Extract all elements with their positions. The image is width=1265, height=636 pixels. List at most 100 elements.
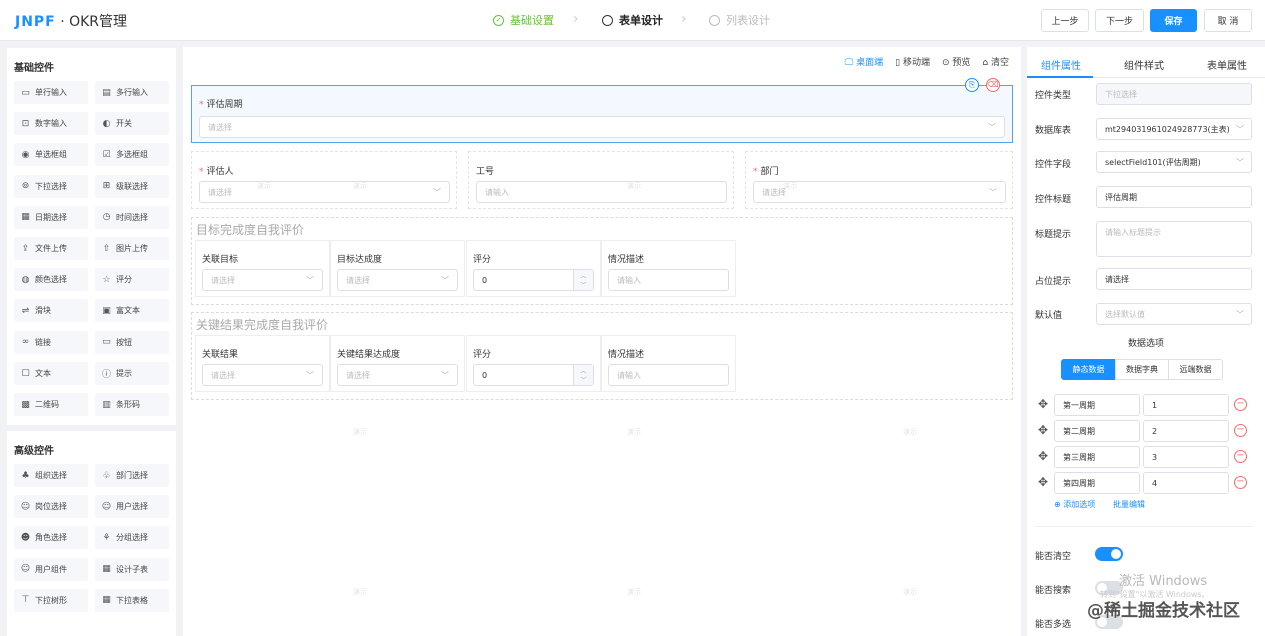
control-table[interactable]: ▦ 设计子表 — [95, 557, 169, 581]
selected-field-cycle[interactable]: * 评估周期 请选择 ﹀ ⎘ ⌫ — [191, 78, 1013, 143]
control-button[interactable]: ▭ 按钮 — [95, 330, 169, 354]
drag-handle-icon[interactable]: ✥ — [1038, 475, 1048, 489]
tab-static-data[interactable]: 静态数据 — [1061, 359, 1116, 380]
tab-remote-data[interactable]: 远端数据 — [1168, 359, 1223, 380]
assessor-select[interactable]: 请选择 ﹀ — [199, 181, 450, 203]
column-input[interactable]: 请输入 — [608, 269, 729, 291]
option-value-input[interactable]: 3 — [1143, 446, 1229, 468]
control-tree[interactable]: ⊤ 下拉树形 — [14, 588, 88, 612]
column-select[interactable]: 请选择 ﹀ — [337, 269, 458, 291]
remove-option-icon[interactable]: − — [1234, 398, 1247, 411]
stepper-arrows-icon[interactable]: ︿ ﹀ — [573, 270, 593, 290]
prev-button[interactable]: 上一步 — [1041, 9, 1089, 32]
preview-button[interactable]: ⊙ 预览 — [942, 55, 970, 68]
control-link[interactable]: ∞ 链接 — [14, 330, 88, 354]
control-qrcode[interactable]: ▩ 二维码 — [14, 393, 88, 416]
control-radio[interactable]: ◉ 单选框组 — [14, 143, 88, 167]
control-number[interactable]: ⊡ 数字输入 — [14, 112, 88, 136]
option-value-input[interactable]: 1 — [1143, 394, 1229, 416]
batch-edit-link[interactable]: 批量编辑 — [1113, 499, 1145, 510]
add-option-link[interactable]: ⊕ 添加选项 — [1054, 499, 1095, 510]
control-role[interactable]: ☻ 角色选择 — [14, 526, 88, 550]
control-org[interactable]: ♣ 组织选择 — [14, 464, 88, 487]
control-alert[interactable]: ⓘ 提示 — [95, 361, 169, 385]
column-select[interactable]: 请选择 ﹀ — [202, 364, 323, 386]
remove-option-icon[interactable]: − — [1234, 424, 1247, 437]
control-palette[interactable]: ◍ 颜色选择 — [14, 268, 88, 292]
control-image-upload[interactable]: ⇧ 图片上传 — [95, 237, 169, 260]
tab-form-props[interactable]: 表单属性 — [1207, 57, 1247, 72]
option-label-input[interactable]: 第二周期 — [1054, 420, 1140, 442]
score-number-input[interactable]: 0 ︿ ﹀ — [473, 364, 594, 386]
control-group[interactable]: ⚘ 分组选择 — [95, 526, 169, 550]
control-clock[interactable]: ◷ 时间选择 — [95, 205, 169, 229]
field-department[interactable]: * 部门 请选择 ﹀ — [745, 151, 1013, 209]
control-select[interactable]: ⊚ 下拉选择 — [14, 174, 88, 198]
next-button[interactable]: 下一步 — [1095, 9, 1144, 32]
remove-option-icon[interactable]: − — [1234, 450, 1247, 463]
tab-component-style[interactable]: 组件样式 — [1124, 57, 1164, 72]
control-dropdown-table[interactable]: ▦ 下拉表格 — [95, 588, 169, 612]
tab-component-props[interactable]: 组件属性 — [1041, 57, 1081, 72]
control-user-comp[interactable]: ☺ 用户组件 — [14, 557, 88, 581]
delete-icon[interactable]: ⌫ — [986, 78, 1000, 92]
copy-icon[interactable]: ⎘ — [965, 78, 979, 92]
section-goal-self-eval[interactable]: 目标完成度自我评价 关联目标 请选择 ﹀ 目标达成度 请选择 ﹀ 评分 0 ︿ ﹀ 情况描述 请输入 — [191, 217, 1013, 305]
subtable-column[interactable]: 评分 0 ︿ ﹀ — [466, 240, 601, 297]
step-list-design[interactable]: 列表设计 — [709, 12, 770, 28]
control-slider[interactable]: ⇌ 滑块 — [14, 299, 88, 323]
section-key-result-self-eval[interactable]: 关键结果完成度自我评价 关联结果 请选择 ﹀ 关键结果达成度 请选择 ﹀ 评分 0 ︿ ﹀ 情况描述… — [191, 312, 1013, 400]
option-value-input[interactable]: 2 — [1143, 420, 1229, 442]
option-label-input[interactable]: 第四周期 — [1054, 472, 1140, 494]
subtable-column[interactable]: 关联结果 请选择 ﹀ — [195, 335, 330, 392]
stepper-arrows-icon[interactable]: ︿ ﹀ — [573, 365, 593, 385]
drag-handle-icon[interactable]: ✥ — [1038, 397, 1048, 411]
column-select[interactable]: 请选择 ﹀ — [202, 269, 323, 291]
db-table-select[interactable]: mt294031961024928773(主表) ﹀ — [1096, 118, 1252, 140]
control-position[interactable]: ☺ 岗位选择 — [14, 495, 88, 519]
subtable-column[interactable]: 情况描述 请输入 — [601, 335, 736, 392]
control-title-input[interactable]: 评估周期 — [1096, 186, 1252, 208]
drag-handle-icon[interactable]: ✥ — [1038, 423, 1048, 437]
placeholder-input[interactable]: 请选择 — [1096, 268, 1252, 290]
score-number-input[interactable]: 0 ︿ ﹀ — [473, 269, 594, 291]
option-label-input[interactable]: 第三周期 — [1054, 446, 1140, 468]
control-calendar[interactable]: ▦ 日期选择 — [14, 205, 88, 229]
control-input[interactable]: ▭ 单行输入 — [14, 81, 88, 104]
control-cascader[interactable]: ⊞ 级联选择 — [95, 174, 169, 198]
tab-data-dictionary[interactable]: 数据字典 — [1115, 359, 1169, 380]
toggle-switch[interactable] — [1095, 547, 1123, 561]
cancel-button[interactable]: 取 消 — [1204, 9, 1252, 32]
control-switch[interactable]: ◐ 开关 — [95, 112, 169, 136]
step-form-design[interactable]: 表单设计 — [602, 12, 663, 28]
control-barcode[interactable]: ▥ 条形码 — [95, 393, 169, 416]
mobile-toggle[interactable]: ▯ 移动端 — [895, 55, 930, 68]
field-assessor[interactable]: * 评估人 请选择 ﹀ — [191, 151, 457, 209]
option-value-input[interactable]: 4 — [1143, 472, 1229, 494]
control-text[interactable]: ▢ 文本 — [14, 361, 88, 385]
control-textarea[interactable]: ▤ 多行输入 — [95, 81, 169, 104]
clear-button[interactable]: ⌂ 清空 — [982, 55, 1009, 68]
save-button[interactable]: 保存 — [1150, 9, 1197, 32]
subtable-column[interactable]: 情况描述 请输入 — [601, 240, 736, 297]
subtable-column[interactable]: 目标达成度 请选择 ﹀ — [330, 240, 465, 297]
subtable-column[interactable]: 关联目标 请选择 ﹀ — [195, 240, 330, 297]
cycle-select[interactable]: 请选择 ﹀ — [199, 116, 1005, 138]
default-value-select[interactable]: 选择默认值 ﹀ — [1096, 303, 1252, 325]
employee-no-input[interactable]: 请输入 — [476, 181, 727, 203]
control-star[interactable]: ☆ 评分 — [95, 268, 169, 292]
subtable-column[interactable]: 关键结果达成度 请选择 ﹀ — [330, 335, 465, 392]
desktop-toggle[interactable]: 🖵 桌面端 — [845, 55, 884, 68]
drag-handle-icon[interactable]: ✥ — [1038, 449, 1048, 463]
title-tip-textarea[interactable]: 请输入标题提示 — [1096, 221, 1252, 257]
control-checkbox[interactable]: ☑ 多选框组 — [95, 143, 169, 167]
step-basic-settings[interactable]: ✓ 基础设置 — [493, 12, 554, 28]
field-employee-no[interactable]: 工号 请输入 — [468, 151, 734, 209]
control-dept[interactable]: ♧ 部门选择 — [95, 464, 169, 487]
column-input[interactable]: 请输入 — [608, 364, 729, 386]
remove-option-icon[interactable]: − — [1234, 476, 1247, 489]
control-richtext[interactable]: ▣ 富文本 — [95, 299, 169, 323]
control-user[interactable]: ☺ 用户选择 — [95, 495, 169, 519]
control-field-select[interactable]: selectField101(评估周期) ﹀ — [1096, 151, 1252, 173]
subtable-column[interactable]: 评分 0 ︿ ﹀ — [466, 335, 601, 392]
